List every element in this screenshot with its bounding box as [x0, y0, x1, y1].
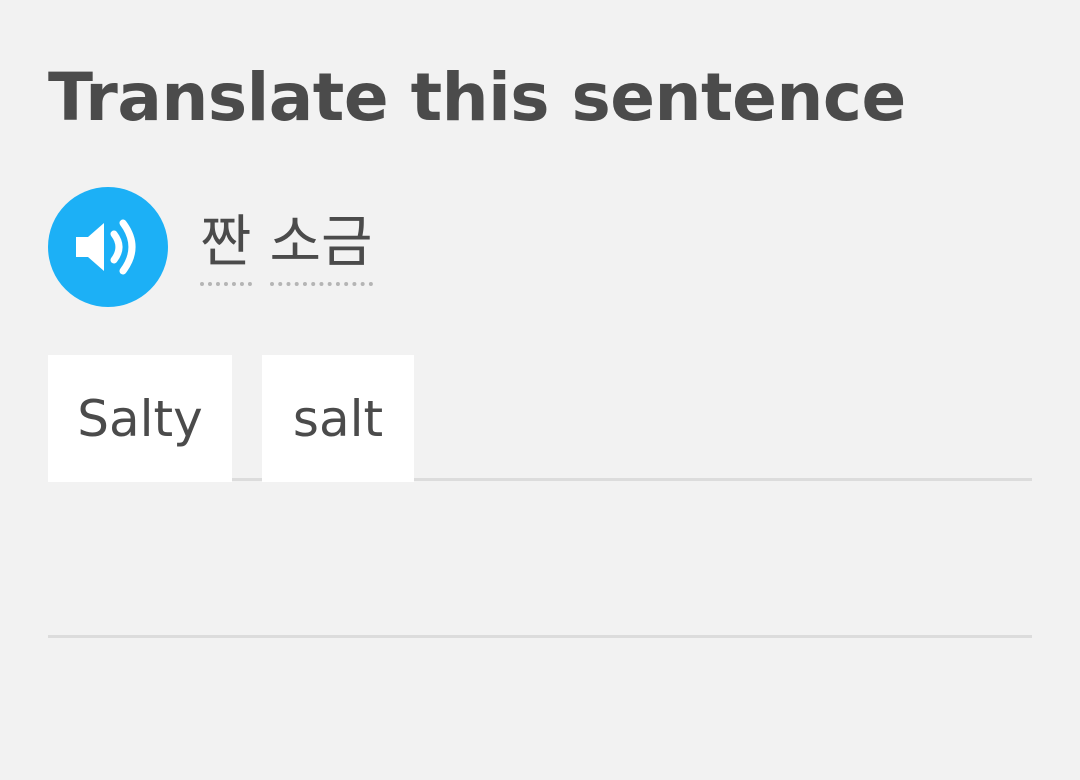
selected-word-tile[interactable]: salt — [262, 355, 414, 482]
speaker-icon — [76, 219, 136, 275]
selected-word-tile[interactable]: Salty — [48, 355, 232, 482]
answer-line — [48, 635, 1032, 638]
translate-screen: Translate this sentence 짠 소금 Salty salt — [0, 0, 1080, 780]
play-audio-button[interactable] — [48, 187, 168, 307]
page-title: Translate this sentence — [48, 59, 906, 136]
prompt-word[interactable]: 소금 — [269, 208, 373, 286]
prompt-sentence: 짠 소금 — [200, 208, 373, 286]
prompt-word[interactable]: 짠 — [200, 208, 252, 286]
